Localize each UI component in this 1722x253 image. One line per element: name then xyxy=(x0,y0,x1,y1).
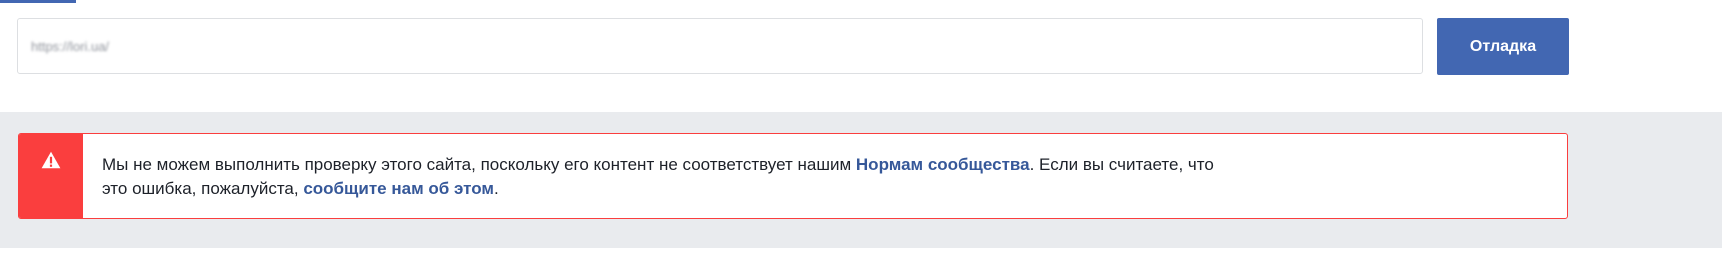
community-standards-link[interactable]: Нормам сообщества xyxy=(856,155,1030,174)
url-field[interactable] xyxy=(17,18,1423,74)
url-input[interactable] xyxy=(31,38,1422,54)
alert-text-part3: это ошибка, пожалуйста, xyxy=(102,179,304,198)
report-link[interactable]: сообщите нам об этом xyxy=(303,179,494,198)
top-accent-bar xyxy=(0,0,76,3)
debug-button[interactable]: Отладка xyxy=(1437,18,1569,75)
error-alert: Мы не можем выполнить проверку этого сай… xyxy=(18,133,1568,219)
alert-message: Мы не можем выполнить проверку этого сай… xyxy=(83,134,1502,218)
alert-icon-cell xyxy=(19,134,83,218)
alert-text-part2: . Если вы считаете, что xyxy=(1029,155,1214,174)
alert-text-part1: Мы не можем выполнить проверку этого сай… xyxy=(102,155,856,174)
alert-text-part4: . xyxy=(493,179,499,198)
warning-icon xyxy=(41,151,61,169)
